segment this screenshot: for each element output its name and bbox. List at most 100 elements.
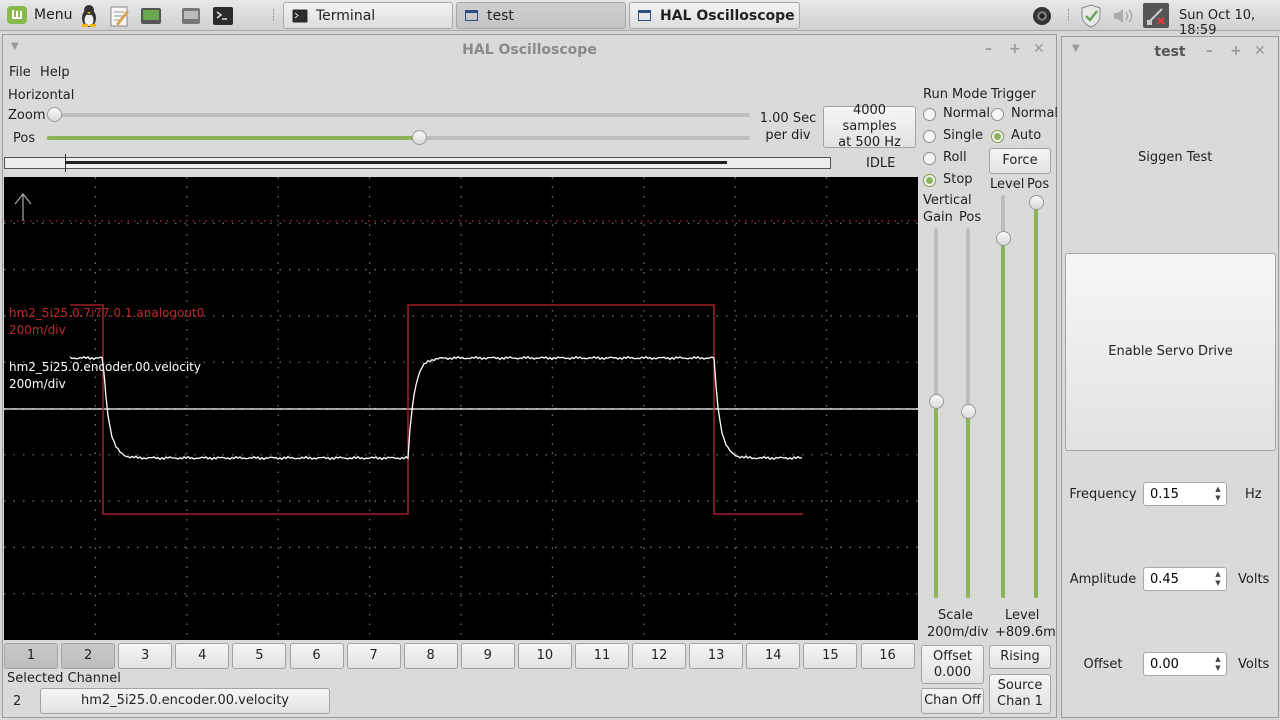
chan-off-button[interactable]: Chan Off (921, 688, 984, 714)
channel-button-13[interactable]: 13 (689, 643, 744, 669)
trigger-mode-radio-normal[interactable] (991, 108, 1004, 121)
network-disconnected-icon[interactable] (1143, 3, 1169, 28)
maximize-icon[interactable]: + (1009, 41, 1021, 57)
mint-logo-icon (7, 6, 27, 24)
channel-button-15[interactable]: 15 (803, 643, 858, 669)
text-editor-launcher-icon[interactable] (106, 3, 132, 28)
trigger-mode-radio-auto[interactable] (991, 130, 1004, 143)
selected-channel-name-button[interactable]: hm2_5i25.0.encoder.00.velocity (40, 688, 330, 714)
volume-icon[interactable] (1110, 3, 1136, 28)
channel-button-6[interactable]: 6 (289, 643, 344, 669)
run-mode-option-label: Normal (943, 106, 991, 121)
channel-button-9[interactable]: 9 (460, 643, 515, 669)
selected-channel-number: 2 (13, 694, 22, 709)
system-monitor-launcher-icon[interactable] (138, 3, 164, 28)
channel-button-1[interactable]: 1 (4, 643, 58, 669)
field-spinbox[interactable]: ▲▼ (1143, 482, 1227, 506)
trigger-source-button[interactable]: Source Chan 1 (989, 674, 1051, 714)
window-titlebar[interactable]: ▼ test – + ✕ (1062, 37, 1278, 67)
zoom-slider[interactable] (47, 107, 750, 123)
field-input[interactable] (1150, 656, 1220, 672)
zoom-slider-knob[interactable] (47, 107, 62, 122)
selected-channel-label: Selected Channel (7, 671, 121, 686)
run-mode-radio-single[interactable] (923, 130, 936, 143)
trace-label-analogout: hm2_5i25.0.7i77.0.1.analogout0 200m/div (9, 305, 204, 339)
spin-arrows-icon[interactable]: ▲ ▼ (1213, 485, 1223, 503)
minimize-icon[interactable]: – (1206, 43, 1213, 59)
scope-display[interactable]: hm2_5i25.0.7i77.0.1.analogout0 200m/div … (4, 177, 918, 640)
vertical-pos-knob[interactable] (961, 404, 976, 419)
run-mode-radio-normal[interactable] (923, 108, 936, 121)
minimize-icon[interactable]: – (985, 41, 992, 57)
maximize-icon[interactable]: + (1230, 43, 1242, 59)
offset-button[interactable]: Offset 0.000 (921, 645, 984, 684)
trigger-pos-knob[interactable] (1029, 195, 1044, 210)
field-spinbox[interactable]: ▲▼ (1143, 567, 1227, 591)
run-mode-option-label: Roll (943, 150, 967, 165)
trigger-edge-button[interactable]: Rising (989, 645, 1051, 669)
channel-button-5[interactable]: 5 (232, 643, 287, 669)
terminal-launcher-icon[interactable] (210, 3, 236, 28)
taskbar-window-label: test (487, 7, 514, 24)
tux-launcher-icon[interactable] (76, 3, 102, 28)
window-menu-chevron-icon[interactable]: ▼ (1072, 43, 1080, 54)
pos-slider-knob[interactable] (411, 130, 427, 145)
channel-button-16[interactable]: 16 (860, 643, 915, 669)
trigger-level-slider[interactable] (996, 195, 1011, 598)
trigger-pos-slider[interactable] (1029, 195, 1044, 598)
close-icon[interactable]: ✕ (1033, 41, 1045, 57)
channel-button-11[interactable]: 11 (575, 643, 629, 669)
run-mode-radio-roll[interactable] (923, 152, 936, 165)
slider-fill (934, 402, 938, 598)
vertical-pos-slider[interactable] (961, 228, 976, 598)
channel-button-8[interactable]: 8 (403, 643, 458, 669)
run-mode-radio-stop[interactable] (923, 174, 936, 187)
run-mode-option-label: Single (943, 128, 983, 143)
vertical-gain-slider[interactable] (929, 228, 944, 598)
samples-rate-button[interactable]: 4000 samples at 500 Hz (823, 103, 916, 150)
taskbar: Menu Terminal test HAL Oscilloscope Sun … (0, 0, 1280, 38)
horizontal-pos-slider[interactable] (47, 130, 750, 146)
trigger-level-slider-label: Level (990, 177, 1025, 192)
field-unit: Volts (1238, 572, 1270, 587)
menu-file[interactable]: File (9, 65, 31, 80)
files-launcher-icon[interactable] (178, 3, 204, 28)
record-overview-bar[interactable] (4, 154, 831, 172)
channel-button-10[interactable]: 10 (517, 643, 572, 669)
horizontal-section-label: Horizontal (8, 88, 75, 103)
pos-label: Pos (13, 131, 36, 146)
field-input[interactable] (1150, 486, 1220, 502)
start-menu-button[interactable]: Menu (6, 4, 72, 26)
camera-tray-icon[interactable] (1029, 3, 1055, 28)
enable-servo-drive-button[interactable]: Enable Servo Drive (1065, 253, 1276, 451)
channel-button-7[interactable]: 7 (346, 643, 401, 669)
channel-button-2[interactable]: 2 (61, 643, 116, 669)
trigger-arrow-icon (14, 193, 32, 221)
channel-button-4[interactable]: 4 (175, 643, 230, 669)
start-menu-label: Menu (34, 7, 73, 23)
channel-button-3[interactable]: 3 (118, 643, 173, 669)
window-titlebar[interactable]: ▼ HAL Oscilloscope – + ✕ (3, 35, 1056, 65)
terminal-window-icon (292, 9, 308, 22)
spin-arrows-icon[interactable]: ▲ ▼ (1213, 655, 1223, 673)
force-trigger-button[interactable]: Force (989, 148, 1051, 174)
trigger-level-readout-label: Level (1005, 608, 1040, 623)
trace-name: hm2_5i25.0.7i77.0.1.analogout0 (9, 306, 205, 320)
window-title: HAL Oscilloscope (462, 42, 597, 58)
field-input[interactable] (1150, 571, 1220, 587)
clock: Sun Oct 10, 18:59 (1179, 8, 1256, 38)
menu-help[interactable]: Help (40, 65, 70, 80)
taskbar-window-test[interactable]: test (456, 2, 626, 29)
taskbar-window-terminal[interactable]: Terminal (283, 2, 453, 29)
vertical-gain-knob[interactable] (929, 394, 944, 409)
window-menu-chevron-icon[interactable]: ▼ (11, 41, 19, 52)
channel-button-14[interactable]: 14 (746, 643, 801, 669)
close-icon[interactable]: ✕ (1254, 43, 1266, 59)
trigger-level-knob[interactable] (996, 231, 1011, 246)
field-spinbox[interactable]: ▲▼ (1143, 652, 1227, 676)
channel-button-12[interactable]: 12 (632, 643, 687, 669)
scope-plot (4, 177, 918, 640)
update-manager-shield-icon[interactable] (1078, 3, 1104, 28)
taskbar-window-hal-oscilloscope[interactable]: HAL Oscilloscope (629, 2, 800, 29)
spin-arrows-icon[interactable]: ▲ ▼ (1213, 570, 1223, 588)
